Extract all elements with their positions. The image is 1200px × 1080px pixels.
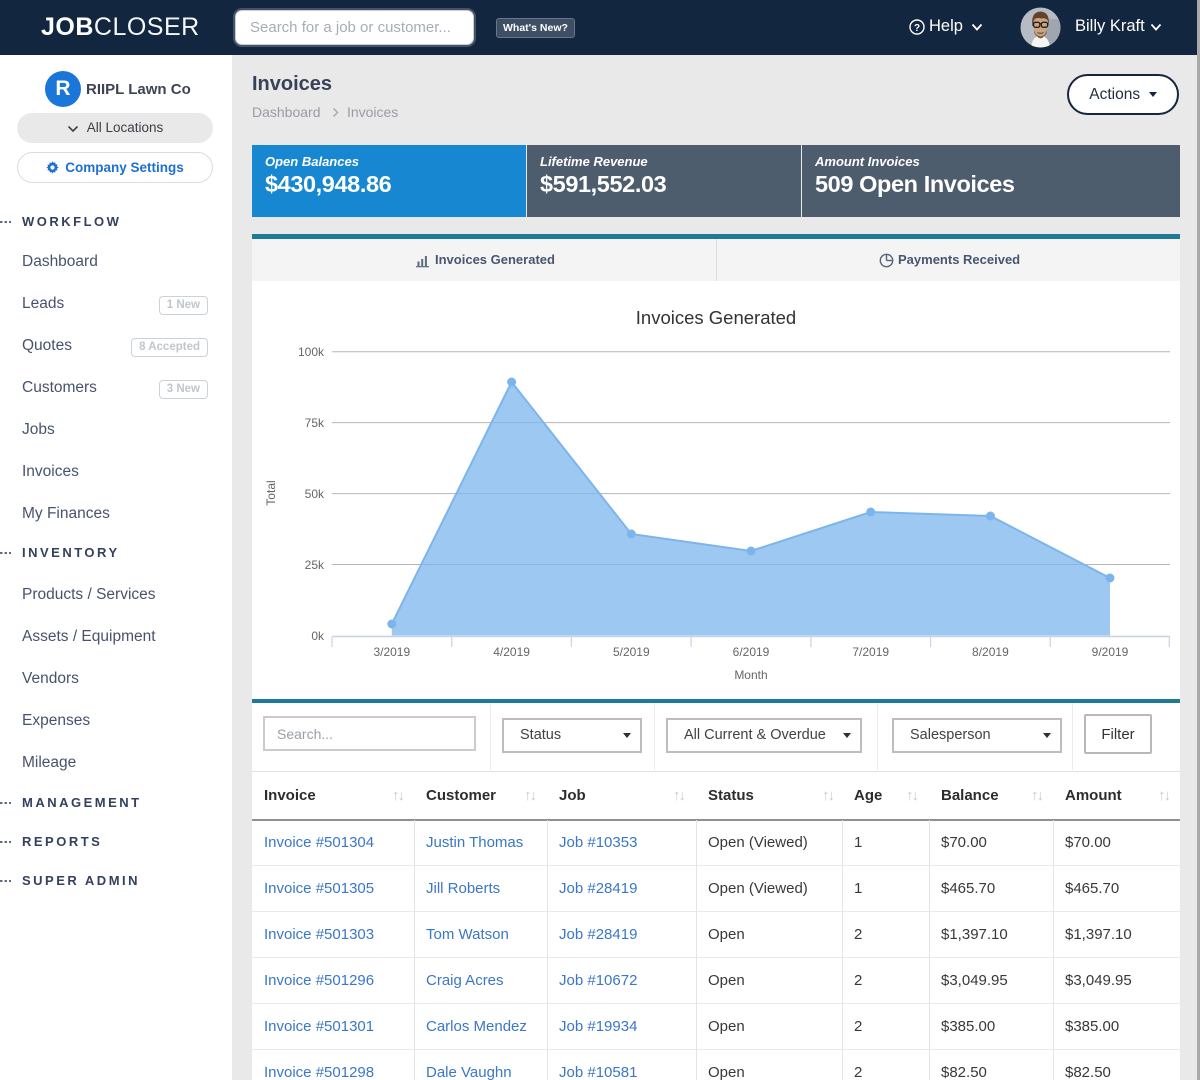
svg-text:7/2019: 7/2019	[852, 645, 889, 659]
svg-text:9/2019: 9/2019	[1092, 645, 1129, 659]
svg-text:3/2019: 3/2019	[373, 645, 410, 659]
svg-text:25k: 25k	[305, 558, 325, 572]
svg-text:4/2019: 4/2019	[493, 645, 530, 659]
svg-text:100k: 100k	[298, 345, 325, 359]
svg-text:Total: Total	[264, 480, 278, 505]
svg-text:50k: 50k	[305, 487, 325, 501]
svg-text:Invoices Generated: Invoices Generated	[636, 307, 796, 328]
svg-text:5/2019: 5/2019	[613, 645, 650, 659]
svg-text:0k: 0k	[311, 629, 325, 643]
svg-text:75k: 75k	[305, 416, 325, 430]
svg-text:8/2019: 8/2019	[972, 645, 1009, 659]
svg-text:?: ?	[914, 23, 920, 34]
svg-text:6/2019: 6/2019	[733, 645, 770, 659]
svg-text:Month: Month	[734, 668, 767, 682]
